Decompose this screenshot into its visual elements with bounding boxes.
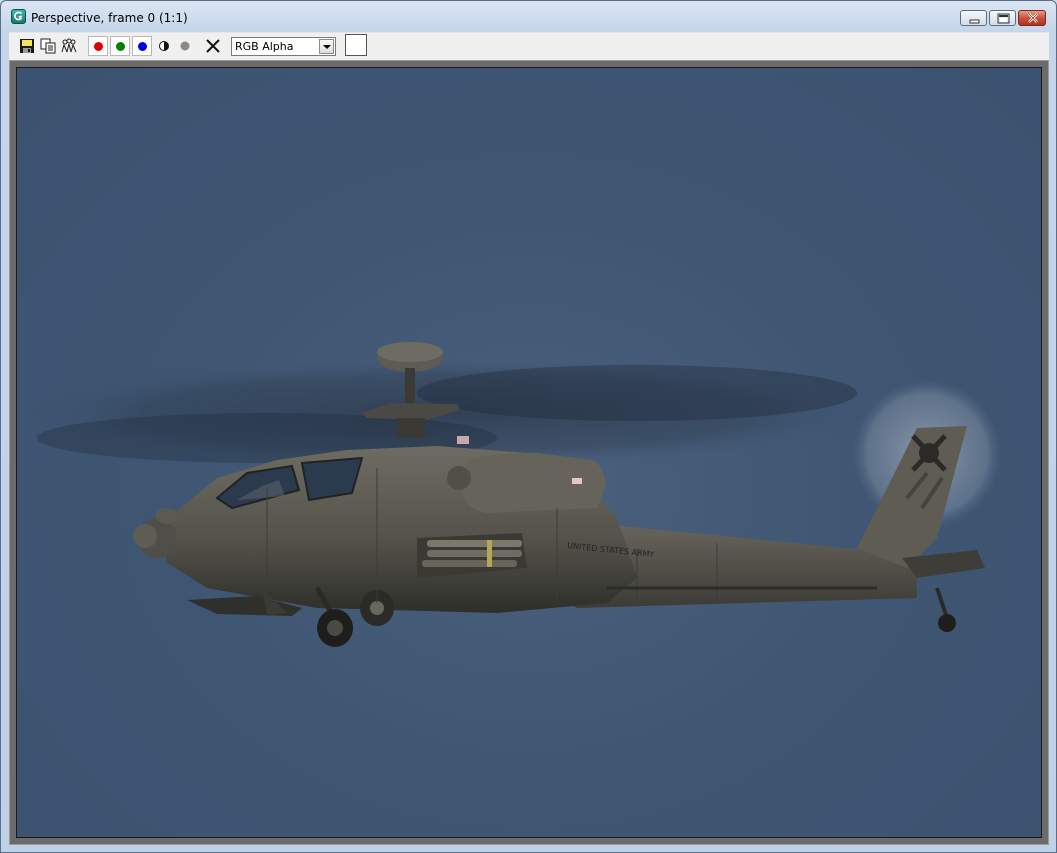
clone-button[interactable] (38, 36, 58, 56)
dropdown-arrow-button[interactable] (319, 39, 334, 54)
window-title: Perspective, frame 0 (1:1) (31, 11, 188, 25)
background-color-swatch[interactable] (345, 34, 367, 56)
mono-icon (159, 41, 169, 51)
copy-icon (61, 38, 77, 53)
minimize-icon (969, 19, 980, 24)
clear-button[interactable] (203, 36, 223, 56)
red-channel-dot (94, 42, 103, 51)
copy-button[interactable] (59, 36, 79, 56)
green-channel-button[interactable] (110, 36, 130, 56)
render-toolbar: RGB Alpha (9, 32, 1049, 60)
save-button[interactable] (17, 36, 37, 56)
save-icon (20, 39, 34, 53)
alpha-channel-icon (180, 41, 190, 51)
restore-icon (997, 13, 1010, 24)
blue-channel-dot (138, 42, 147, 51)
alpha-channel-button[interactable] (175, 36, 195, 56)
render-frame-window: Perspective, frame 0 (1:1) RGB Alpha UNI… (0, 0, 1057, 853)
restore-button[interactable] (989, 10, 1016, 26)
close-icon (1028, 13, 1038, 23)
clear-icon (206, 39, 220, 53)
chevron-down-icon (323, 45, 331, 49)
app-icon[interactable] (11, 9, 26, 24)
red-channel-button[interactable] (88, 36, 108, 56)
display-channel-select[interactable]: RGB Alpha (231, 37, 336, 56)
close-button[interactable] (1018, 10, 1046, 26)
title-bar[interactable]: Perspective, frame 0 (1:1) (1, 1, 1056, 31)
rendered-image: UNITED STATES ARMY (16, 67, 1042, 838)
render-frame: UNITED STATES ARMY (9, 60, 1049, 845)
minimize-button[interactable] (960, 10, 987, 26)
green-channel-dot (116, 42, 125, 51)
blue-channel-button[interactable] (132, 36, 152, 56)
mono-button[interactable] (154, 36, 174, 56)
clone-icon (40, 38, 56, 54)
display-channel-value: RGB Alpha (235, 40, 294, 53)
helicopter-render: UNITED STATES ARMY (17, 342, 1002, 647)
